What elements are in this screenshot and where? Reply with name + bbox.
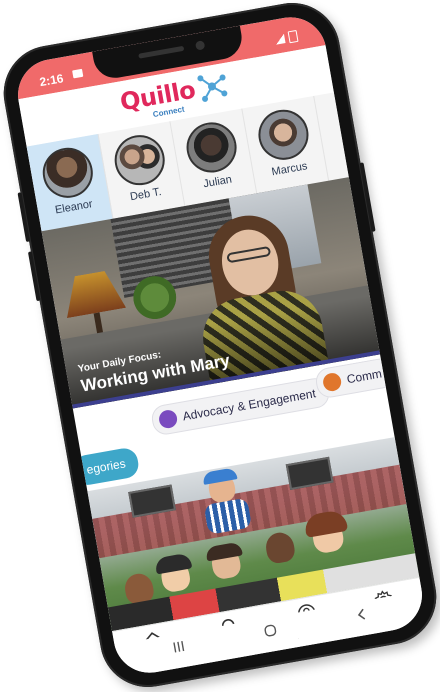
cartoon-character bbox=[263, 530, 297, 565]
back-icon[interactable] bbox=[353, 606, 371, 623]
person-name: Eleanor bbox=[54, 198, 94, 217]
status-indicators bbox=[274, 29, 299, 46]
status-time: 2:16 bbox=[38, 71, 65, 90]
person-marcus[interactable]: Marcus bbox=[242, 95, 330, 194]
recents-icon[interactable] bbox=[169, 639, 187, 656]
front-camera bbox=[194, 40, 206, 51]
phone-mockup: 2:16 Quillo Connect Eleanor Deb T. Julia… bbox=[0, 0, 440, 692]
advocacy-icon bbox=[157, 408, 179, 430]
chip-label: Comm bbox=[345, 366, 383, 387]
system-home-icon[interactable] bbox=[261, 622, 279, 639]
logo-network-icon bbox=[197, 74, 228, 102]
person-name: Deb T. bbox=[129, 185, 163, 204]
chip-label: egories bbox=[85, 456, 127, 477]
avatar bbox=[182, 118, 241, 177]
screen: 2:16 Quillo Connect Eleanor Deb T. Julia… bbox=[12, 11, 428, 679]
hero-lamp bbox=[60, 268, 126, 318]
person-name: Julian bbox=[202, 173, 233, 191]
message-icon bbox=[72, 68, 84, 79]
signal-icon bbox=[274, 33, 286, 45]
avatar bbox=[254, 105, 313, 164]
stage: 2:16 Quillo Connect Eleanor Deb T. Julia… bbox=[0, 0, 440, 692]
avatar bbox=[110, 131, 169, 190]
communication-icon bbox=[321, 371, 343, 393]
chip-label: Advocacy & Engagement bbox=[181, 386, 317, 424]
hero-plant bbox=[125, 268, 184, 327]
earpiece-speaker bbox=[138, 45, 185, 59]
avatar bbox=[38, 143, 97, 202]
person-name: Marcus bbox=[270, 160, 309, 179]
battery-icon bbox=[287, 29, 299, 44]
